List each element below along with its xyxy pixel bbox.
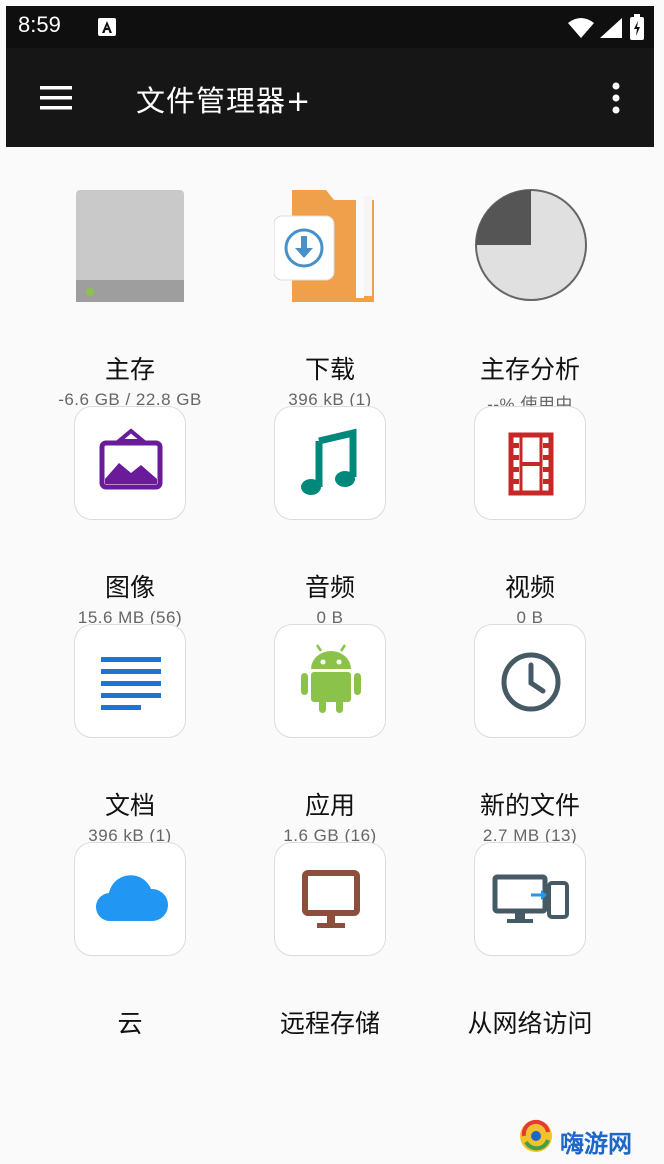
item-label: 文档 xyxy=(104,791,155,820)
category-grid: 主存 -6.6 GB / 22.8 GB 下载 396 kB (1) 主存分析 xyxy=(0,148,664,1164)
more-options-icon[interactable] xyxy=(604,80,628,116)
status-bar: 8:59 xyxy=(6,6,654,48)
clock-icon xyxy=(474,624,586,738)
item-label: 新的文件 xyxy=(479,791,580,820)
item-label: 应用 xyxy=(304,791,355,820)
grid-item-downloads[interactable]: 下载 396 kB (1) xyxy=(220,188,440,409)
watermark-logo-icon xyxy=(520,1119,552,1152)
notification-a-icon xyxy=(98,18,116,36)
grid-item-images[interactable]: 图像 15.6 MB (56) xyxy=(20,406,240,627)
music-note-icon xyxy=(274,406,386,520)
monitor-icon xyxy=(274,842,386,956)
grid-item-network-access[interactable]: 从网络访问 xyxy=(420,842,640,1042)
image-icon xyxy=(74,406,186,520)
film-icon xyxy=(474,406,586,520)
pie-chart-icon xyxy=(474,188,587,302)
app-bar: 文件管理器+ xyxy=(6,48,654,147)
grid-item-recent-files[interactable]: 新的文件 2.7 MB (13) xyxy=(420,624,640,845)
grid-item-storage-analysis[interactable]: 主存分析 --% 使用中 xyxy=(420,188,640,414)
item-label: 主存 xyxy=(104,355,155,384)
grid-item-remote-storage[interactable]: 远程存储 xyxy=(220,842,440,1042)
item-label: 远程存储 xyxy=(279,1009,380,1038)
devices-icon xyxy=(474,842,586,956)
status-time: 8:59 xyxy=(18,12,61,37)
cloud-icon xyxy=(74,842,186,956)
signal-icon xyxy=(600,18,622,38)
grid-item-documents[interactable]: 文档 396 kB (1) xyxy=(20,624,240,845)
hamburger-menu-icon[interactable] xyxy=(36,82,76,114)
item-label: 从网络访问 xyxy=(467,1009,593,1038)
item-label: 主存分析 xyxy=(479,355,580,384)
app-title: 文件管理器+ xyxy=(136,84,312,118)
grid-item-audio[interactable]: 音频 0 B xyxy=(220,406,440,627)
grid-item-primary-storage[interactable]: 主存 -6.6 GB / 22.8 GB xyxy=(20,188,240,409)
battery-icon xyxy=(630,14,644,40)
wifi-icon xyxy=(568,18,594,38)
android-icon xyxy=(274,624,386,738)
watermark: 嗨游网 xyxy=(510,1112,660,1160)
grid-item-video[interactable]: 视频 0 B xyxy=(420,406,640,627)
document-icon xyxy=(74,624,186,738)
item-label: 视频 xyxy=(504,573,555,602)
item-label: 图像 xyxy=(104,573,155,602)
grid-item-apps[interactable]: 应用 1.6 GB (16) xyxy=(220,624,440,845)
grid-item-cloud[interactable]: 云 xyxy=(20,842,240,1042)
watermark-text: 嗨游网 xyxy=(560,1130,632,1158)
item-label: 下载 xyxy=(304,355,355,384)
download-folder-icon xyxy=(274,188,386,302)
item-label: 云 xyxy=(117,1009,143,1038)
hard-drive-icon xyxy=(74,188,186,302)
item-label: 音频 xyxy=(304,573,355,602)
